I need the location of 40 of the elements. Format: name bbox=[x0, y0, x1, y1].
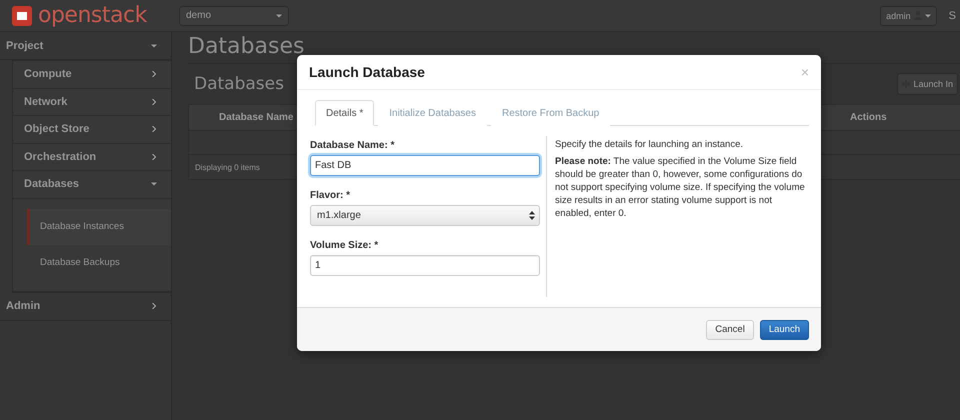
field-label: Flavor: * bbox=[310, 190, 352, 201]
sidebar-item[interactable]: Orchestration bbox=[13, 144, 171, 171]
sidebar-item[interactable]: Databases bbox=[13, 171, 171, 198]
field-label: Volume Size: * bbox=[310, 240, 380, 251]
sidebar-link[interactable]: Database Backups bbox=[27, 244, 171, 280]
sidebar-section[interactable]: Admin bbox=[0, 292, 171, 320]
caret-down-icon bbox=[276, 12, 282, 18]
chevron-right-icon bbox=[151, 126, 157, 132]
sidebar-item[interactable]: Object Store bbox=[13, 116, 171, 144]
select-arrows-icon bbox=[529, 211, 535, 220]
project-dropdown[interactable]: demo bbox=[179, 6, 289, 26]
topbar-link[interactable]: S bbox=[948, 10, 956, 22]
chevron-right-icon bbox=[151, 71, 157, 78]
logo-text: openstack bbox=[38, 3, 147, 28]
chevron-right-icon bbox=[151, 303, 157, 309]
sidebar-item[interactable]: Compute bbox=[13, 61, 171, 88]
sidebar-item[interactable]: Network bbox=[13, 88, 171, 116]
cancel-button[interactable]: Cancel bbox=[706, 320, 754, 340]
tab[interactable]: Details * bbox=[315, 100, 374, 126]
caret-down-icon bbox=[924, 12, 931, 18]
flavor-select[interactable]: m1.xlarge bbox=[310, 205, 540, 226]
user-menu-button[interactable]: admin bbox=[880, 6, 937, 26]
field-label: Database Name: * bbox=[310, 140, 396, 151]
input-field[interactable]: 1 bbox=[310, 255, 540, 276]
column-header: Actions bbox=[850, 112, 888, 123]
launch-instance-button[interactable]: Launch In bbox=[897, 73, 958, 95]
caret-down-icon bbox=[151, 42, 157, 48]
logo-icon bbox=[12, 6, 32, 26]
table-title: Databases bbox=[194, 74, 284, 94]
help-text: Specify the details for launching an instance. bbox=[555, 138, 744, 151]
caret-down-icon bbox=[151, 181, 157, 188]
dialog-title: Launch Database bbox=[309, 64, 425, 80]
launch-button[interactable]: Launch bbox=[760, 320, 809, 340]
column-header: Database Name bbox=[219, 112, 294, 123]
chevron-right-icon bbox=[151, 154, 157, 160]
item-count: Displaying 0 items bbox=[195, 162, 260, 172]
chevron-right-icon bbox=[151, 98, 157, 105]
sidebar-link[interactable]: Database Instances bbox=[27, 208, 171, 244]
input-field[interactable]: Fast DB bbox=[310, 155, 540, 176]
help-text: Please note: The value specified in the Volume Size field should be greater than 0, however, some configurations do not support specifying volume size. If specifying the volume size results in an error stating volume support is not enabled, enter 0. bbox=[555, 155, 806, 220]
